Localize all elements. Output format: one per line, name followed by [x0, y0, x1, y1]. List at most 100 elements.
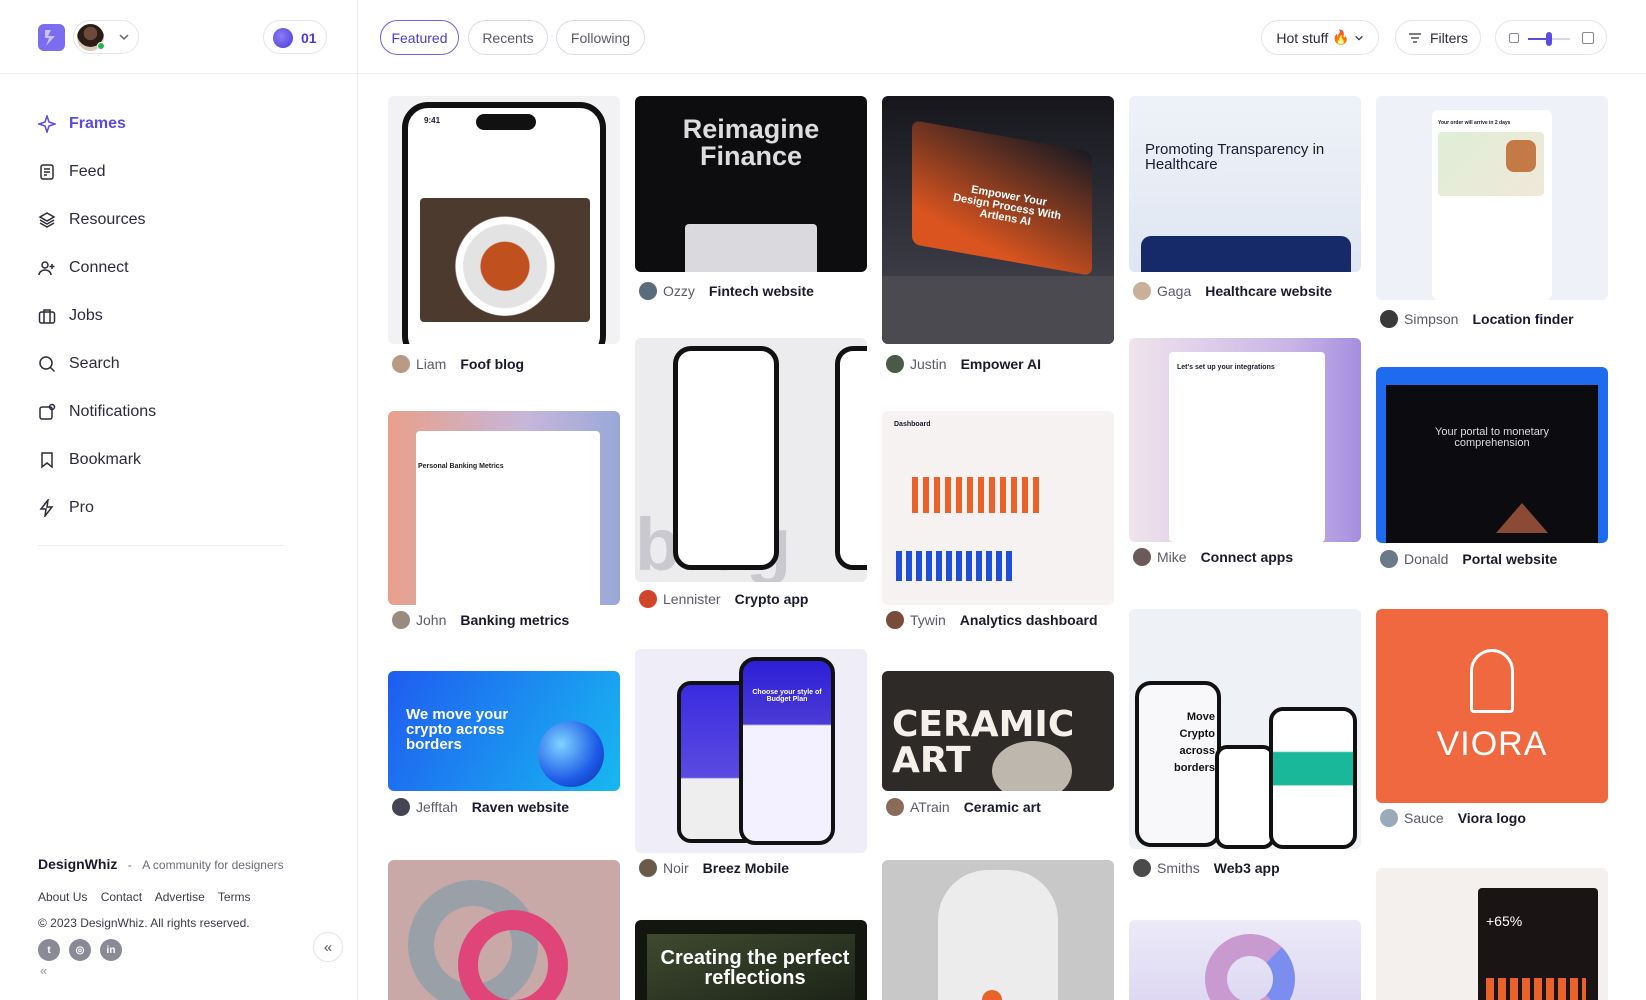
frame-thumbnail[interactable]: Reimagine Finance	[635, 96, 867, 272]
frame-thumbnail[interactable]: 9:41	[388, 96, 620, 344]
author-name[interactable]: Gaga	[1157, 283, 1191, 299]
sidebar-item-label: Feed	[69, 163, 106, 180]
tab-following[interactable]: Following	[556, 20, 645, 55]
frames-grid: 9:41 Liam Foof blog Personal Banking Met…	[388, 96, 1638, 1000]
sidebar-item-feed[interactable]: Feed	[38, 148, 288, 196]
author-name[interactable]: Justin	[910, 356, 947, 372]
frame-title[interactable]: Connect apps	[1201, 549, 1294, 565]
frame-title[interactable]: Analytics dashboard	[960, 612, 1098, 628]
author-name[interactable]: Tywin	[910, 612, 946, 628]
frame-thumbnail[interactable]	[882, 860, 1114, 1000]
author-name[interactable]: Mike	[1157, 549, 1187, 565]
logo-icon[interactable]	[38, 24, 65, 51]
online-status-icon	[97, 42, 105, 50]
frame-thumbnail[interactable]: Your portal to monetary comprehension	[1376, 367, 1608, 543]
frame-title[interactable]: Empower AI	[961, 356, 1041, 372]
frame-meta: John Banking metrics	[392, 611, 569, 629]
frame-meta: Mike Connect apps	[1133, 548, 1293, 566]
collapse-sidebar-button[interactable]: «	[313, 932, 343, 962]
slider-handle[interactable]	[1546, 32, 1552, 46]
author-name[interactable]: ATrain	[910, 799, 950, 815]
sidebar-item-connect[interactable]: Connect	[38, 244, 288, 292]
author-name[interactable]: Sauce	[1404, 810, 1444, 826]
frame-thumbnail[interactable]	[388, 860, 620, 1000]
frame-title[interactable]: Fintech website	[709, 283, 814, 299]
frame-thumbnail[interactable]: Your order will arrive in 2 days	[1376, 96, 1608, 300]
frame-thumbnail[interactable]: Creating the perfect reflections	[635, 920, 867, 1000]
instagram-icon[interactable]: ◎	[69, 939, 91, 961]
sidebar-item-frames[interactable]: Frames	[38, 100, 288, 148]
sort-dropdown[interactable]: Hot stuff 🔥	[1261, 20, 1379, 55]
thumb-text: Choose your style of Budget Plan	[752, 689, 822, 703]
tab-featured[interactable]: Featured	[380, 20, 459, 55]
frame-title[interactable]: Banking metrics	[460, 612, 569, 628]
author-name[interactable]: Liam	[416, 356, 446, 372]
sidebar-item-jobs[interactable]: Jobs	[38, 292, 288, 340]
frame-meta: Noir Breez Mobile	[639, 859, 789, 877]
frame-title[interactable]: Web3 app	[1214, 860, 1280, 876]
grid-size-slider[interactable]	[1495, 20, 1607, 55]
frame-thumbnail[interactable]: Dashboard	[882, 411, 1114, 605]
double-chevron-left-icon[interactable]: «	[40, 963, 47, 978]
thumb-text: Personal Banking Metrics	[418, 463, 504, 470]
filters-button[interactable]: Filters	[1395, 20, 1481, 55]
frame-thumbnail[interactable]: We move your crypto across borders	[388, 671, 620, 791]
thumb-text: Promoting Transparency in Healthcare	[1145, 141, 1325, 173]
sidebar: 01 Frames Feed Resources Connect Jobs Se…	[0, 0, 358, 1000]
chevron-down-icon	[119, 34, 129, 41]
linkedin-icon[interactable]: in	[100, 939, 122, 961]
sidebar-item-resources[interactable]: Resources	[38, 196, 288, 244]
author-name[interactable]: Lennister	[663, 591, 721, 607]
author-name[interactable]: John	[416, 612, 446, 628]
brand-name: DesignWhiz	[38, 856, 118, 872]
thumb-text: We move your crypto across borders	[406, 706, 509, 753]
frame-title[interactable]: Raven website	[472, 799, 569, 815]
footer-link-advertise[interactable]: Advertise	[155, 890, 205, 904]
frame-thumbnail[interactable]: Choose your style of Budget Plan	[635, 649, 867, 853]
frame-title[interactable]: Healthcare website	[1205, 283, 1332, 299]
frame-thumbnail[interactable]: Promoting Transparency in Healthcare	[1129, 96, 1361, 272]
sidebar-item-search[interactable]: Search	[38, 340, 288, 388]
frame-title[interactable]: Breez Mobile	[703, 860, 789, 876]
frame-thumbnail[interactable]: CERAMIC ART	[882, 671, 1114, 791]
sidebar-item-bookmark[interactable]: Bookmark	[38, 436, 288, 484]
avatar	[1133, 282, 1151, 300]
author-name[interactable]: Ozzy	[663, 283, 695, 299]
frame-meta: Tywin Analytics dashboard	[886, 611, 1098, 629]
frame-thumbnail[interactable]: Move Crypto across borders	[1129, 609, 1361, 849]
frame-title[interactable]: Crypto app	[735, 591, 809, 607]
frame-thumbnail[interactable]: VIORA	[1376, 609, 1608, 803]
layers-icon	[38, 212, 56, 228]
frame-title[interactable]: Viora logo	[1458, 810, 1526, 826]
social-links: t ◎ in	[38, 939, 122, 961]
tab-recents[interactable]: Recents	[468, 20, 548, 55]
frame-thumbnail[interactable]: +65%	[1376, 868, 1608, 1000]
frame-title[interactable]: Portal website	[1462, 551, 1557, 567]
frame-meta: ATrain Ceramic art	[886, 798, 1041, 816]
sidebar-item-pro[interactable]: Pro	[38, 484, 288, 532]
author-name[interactable]: Simpson	[1404, 311, 1458, 327]
frame-thumbnail[interactable]: blog	[635, 338, 867, 582]
frame-title[interactable]: Ceramic art	[964, 799, 1041, 815]
frame-thumbnail[interactable]: Let's set up your integrations	[1129, 338, 1361, 542]
footer-link-about[interactable]: About Us	[38, 890, 87, 904]
footer-link-terms[interactable]: Terms	[218, 890, 251, 904]
thumb-text: 9:41	[424, 116, 441, 125]
credits-icon	[273, 28, 293, 48]
frame-title[interactable]: Foof blog	[460, 356, 524, 372]
twitter-icon[interactable]: t	[38, 939, 60, 961]
frame-thumbnail[interactable]	[1129, 920, 1361, 1000]
frame-thumbnail[interactable]: Personal Banking Metrics	[388, 411, 620, 605]
footer-link-contact[interactable]: Contact	[101, 890, 142, 904]
frame-thumbnail[interactable]: Empower Your Design Process With Artlens…	[882, 96, 1114, 344]
avatar	[639, 590, 657, 608]
credits-button[interactable]: 01	[263, 20, 327, 54]
author-name[interactable]: Noir	[663, 860, 689, 876]
author-name[interactable]: Jefftah	[416, 799, 458, 815]
frame-title[interactable]: Location finder	[1472, 311, 1573, 327]
author-name[interactable]: Smiths	[1157, 860, 1200, 876]
author-name[interactable]: Donald	[1404, 551, 1448, 567]
sidebar-item-label: Bookmark	[69, 451, 142, 468]
user-menu-button[interactable]	[73, 20, 139, 54]
sidebar-item-notifications[interactable]: Notifications	[38, 388, 288, 436]
